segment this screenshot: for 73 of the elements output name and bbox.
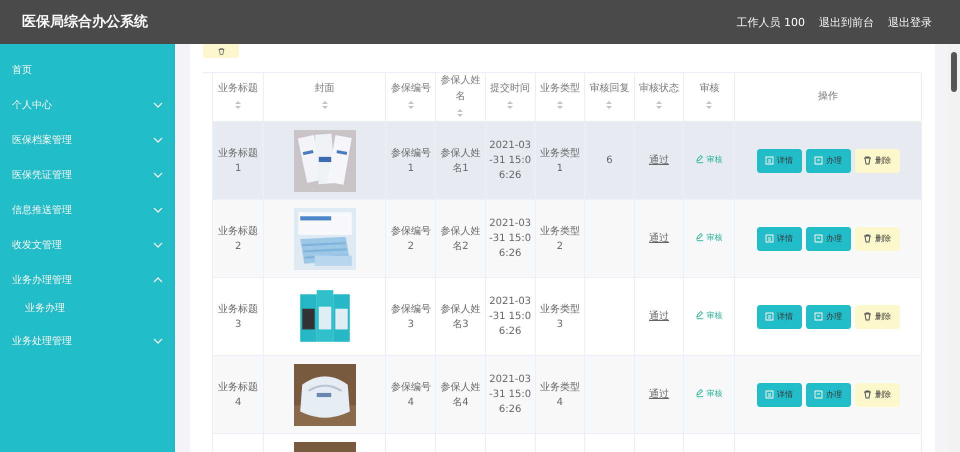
table-cell: 业务标题1 [218, 148, 258, 174]
details-button[interactable]: 详情 [756, 148, 802, 172]
table-cell: 业务类型2 [540, 226, 580, 252]
table-cell: 参保编号2 [390, 226, 431, 252]
review-link[interactable]: 审核 [696, 308, 722, 323]
table-cell: 2021-03-31 15:06:26 [489, 296, 532, 337]
table-cell: 业务类型1 [540, 148, 580, 174]
table-cell: 参保人姓名1 [440, 148, 480, 174]
sort-icon [605, 100, 614, 110]
table-cell: 参保人姓名3 [440, 304, 480, 330]
app-title: 医保局综合办公系统 [22, 13, 148, 31]
table-cell: 2021-03-31 15:06:26 [489, 140, 532, 181]
table-cell: 业务类型4 [540, 382, 580, 408]
document-icon [765, 390, 774, 399]
trash-icon [863, 390, 872, 399]
handle-button[interactable]: 办理 [806, 226, 851, 250]
sort-icon [556, 100, 564, 110]
sort-icon [406, 100, 415, 110]
sort-icon [320, 100, 329, 110]
handle-button[interactable]: 办理 [806, 304, 851, 328]
document-icon [814, 312, 824, 321]
review-link[interactable]: 审核 [696, 386, 722, 401]
edit-icon [696, 233, 704, 242]
header-link[interactable]: 退出登录 [888, 14, 932, 30]
handle-button[interactable]: 办理 [806, 148, 851, 172]
trash-icon [863, 312, 872, 321]
document-icon [765, 312, 774, 321]
header-link[interactable]: 工作人员 100 [736, 14, 805, 30]
table-cell: 业务标题3 [218, 304, 258, 330]
sort-icon [655, 100, 664, 110]
table-cell: 参保编号3 [390, 304, 431, 330]
details-button[interactable]: 详情 [756, 226, 802, 250]
table-cell: 6 [606, 155, 613, 166]
status-link[interactable]: 通过 [649, 389, 670, 400]
sort-icon [506, 100, 514, 110]
table-cell: 2021-03-31 15:06:26 [489, 374, 532, 415]
document-icon [814, 234, 824, 243]
sort-icon [705, 100, 714, 110]
table-cell: 参保人姓名2 [440, 226, 480, 252]
delete-button[interactable]: 删除 [854, 304, 900, 328]
document-icon [765, 156, 774, 165]
edit-icon [696, 311, 704, 320]
document-icon [765, 234, 774, 243]
table-cell: 业务标题4 [218, 382, 258, 408]
table-cell: 业务标题2 [218, 226, 258, 252]
delete-button[interactable]: 删除 [854, 148, 900, 172]
document-icon [814, 156, 824, 165]
status-link[interactable]: 通过 [649, 155, 670, 166]
table-cell: 业务类型3 [540, 304, 580, 330]
sort-icon [234, 100, 242, 110]
edit-icon [696, 389, 704, 398]
handle-button[interactable]: 办理 [806, 382, 851, 406]
document-icon [814, 390, 824, 399]
table-cell: 参保人姓名4 [440, 382, 480, 408]
details-button[interactable]: 详情 [756, 304, 802, 328]
delete-button[interactable]: 删除 [854, 382, 900, 406]
trash-icon [218, 48, 224, 54]
header-link[interactable]: 退出到前台 [819, 14, 874, 30]
table-cell: 2021-03-31 15:06:26 [489, 218, 532, 259]
details-button[interactable]: 详情 [756, 382, 802, 406]
trash-icon [863, 156, 872, 165]
delete-button[interactable] [203, 44, 239, 58]
table-cell: 参保编号4 [390, 382, 431, 408]
delete-button[interactable]: 删除 [854, 226, 900, 250]
scrollbar[interactable] [948, 44, 960, 452]
table-cell: 参保编号1 [390, 148, 431, 174]
trash-icon [863, 234, 872, 243]
scrollbar-thumb[interactable] [951, 52, 957, 92]
edit-icon [696, 155, 704, 164]
status-link[interactable]: 通过 [649, 233, 670, 244]
status-link[interactable]: 通过 [649, 311, 670, 322]
review-link[interactable]: 审核 [696, 230, 722, 245]
sort-icon [456, 108, 464, 118]
